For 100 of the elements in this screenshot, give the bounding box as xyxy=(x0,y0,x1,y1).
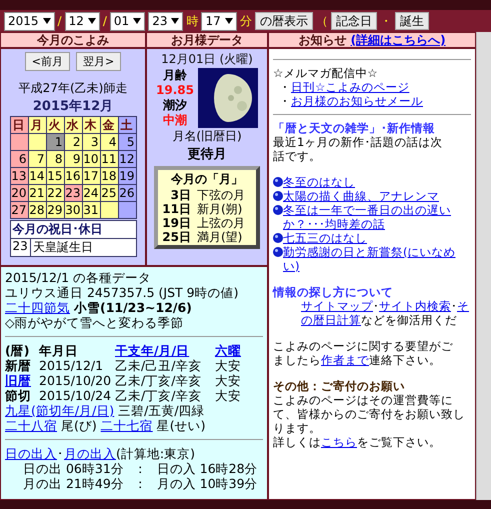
day-cell[interactable] xyxy=(118,202,136,218)
day-cell[interactable]: 29 xyxy=(46,202,64,218)
text-link[interactable]: 九星(節切年/月/日) xyxy=(5,403,114,418)
day-cell[interactable]: 27 xyxy=(10,202,28,218)
day-cell[interactable]: 20 xyxy=(10,185,28,201)
bullet-icon xyxy=(273,233,283,243)
day-cell[interactable]: 16 xyxy=(64,168,82,184)
separator-label: ： xyxy=(134,476,147,491)
text-link[interactable]: そ xyxy=(457,299,469,313)
text-link[interactable]: 日の出入 xyxy=(5,446,57,461)
column-header-link[interactable]: 六曜 xyxy=(215,343,251,358)
row-label-link[interactable]: 旧暦 xyxy=(5,373,39,388)
month-nav-button[interactable]: <前月 xyxy=(24,52,70,71)
article-link[interactable]: か？･･･均時差の話 xyxy=(283,217,385,231)
text-link[interactable]: こちら xyxy=(321,435,357,449)
display-button[interactable]: 記念日 xyxy=(330,12,377,30)
separator-label: ： xyxy=(134,461,147,476)
day-cell[interactable]: 17 xyxy=(82,168,100,184)
text-link[interactable]: 二十八宿 xyxy=(5,418,57,433)
dropdown[interactable]: 17 xyxy=(201,12,237,30)
section-heading: 「暦と天文の雑学」･新作情報 xyxy=(273,121,436,135)
day-cell[interactable]: 13 xyxy=(10,168,28,184)
day-cell[interactable]: 7 xyxy=(28,151,46,167)
scrollbar[interactable] xyxy=(476,32,491,500)
day-cell[interactable]: 19 xyxy=(118,168,136,184)
mail-link[interactable]: お月様のお知らせメール xyxy=(291,94,423,108)
text-link[interactable]: サイトマップ xyxy=(301,299,373,313)
caret-icon xyxy=(133,18,142,24)
table-cell-text: 2015/12/1 xyxy=(39,358,104,373)
day-cell[interactable]: 31 xyxy=(82,202,100,218)
day-cell[interactable]: 11 xyxy=(100,151,118,167)
holiday-name: 天皇誕生日 xyxy=(32,239,93,256)
day-cell[interactable]: 28 xyxy=(28,202,46,218)
dropdown[interactable]: 2015 xyxy=(4,12,55,30)
dropdown[interactable]: 23 xyxy=(148,12,184,30)
separator-label: ・ xyxy=(380,12,392,30)
body-text: 連絡下さい。 xyxy=(369,353,441,367)
mail-link[interactable]: 日刊☆こよみのページ xyxy=(291,80,410,94)
separator-label: 時 xyxy=(186,12,198,30)
day-cell[interactable]: 21 xyxy=(28,185,46,201)
day-cell[interactable]: 9 xyxy=(64,151,82,167)
phase-name: 新月(朔) xyxy=(197,202,242,216)
table-cell-text: 2015/10/20 xyxy=(39,373,112,388)
day-cell[interactable]: 12 xyxy=(118,151,136,167)
day-cell[interactable]: 2 xyxy=(64,134,82,150)
day-cell[interactable] xyxy=(28,134,46,150)
text-link[interactable]: 二十四節気 xyxy=(5,300,70,315)
article-link[interactable]: 冬至のはなし xyxy=(283,175,355,189)
day-cell[interactable]: 30 xyxy=(64,202,82,218)
table-cell-text: 乙未/己丑/辛亥 xyxy=(115,358,202,373)
day-cell[interactable]: 18 xyxy=(100,168,118,184)
text-link[interactable]: 月の出入 xyxy=(64,446,116,461)
set-time: 月の入 10時39分 xyxy=(156,476,258,491)
day-cell[interactable]: 4 xyxy=(100,134,118,150)
display-button[interactable]: 誕生 xyxy=(394,12,429,30)
dropdown[interactable]: 01 xyxy=(110,12,146,30)
bullet-icon xyxy=(273,205,283,215)
article-link[interactable]: 太陽の描く曲線、アナレンマ xyxy=(283,189,439,203)
column-header: 年月日 xyxy=(39,343,79,358)
dropdown[interactable]: 12 xyxy=(64,12,100,30)
sekki-value: 小雪(11/23~12/6) xyxy=(74,300,192,315)
day-cell[interactable]: 3 xyxy=(82,134,100,150)
table-cell-text: 大安 xyxy=(215,373,242,388)
day-cell[interactable] xyxy=(100,202,118,218)
day-cell[interactable]: 23 xyxy=(64,185,82,201)
body-text: こよみのページに関する要望がご xyxy=(273,339,453,353)
day-cell[interactable]: 25 xyxy=(100,185,118,201)
body-text: 詳しくは xyxy=(273,435,321,449)
day-cell[interactable]: 24 xyxy=(82,185,100,201)
day-cell[interactable]: 10 xyxy=(82,151,100,167)
day-cell[interactable] xyxy=(10,134,28,150)
weekday-header: 水 xyxy=(64,117,82,133)
text-link[interactable]: 作者まで xyxy=(321,353,369,367)
weekday-header: 火 xyxy=(46,117,64,133)
day-cell[interactable]: 1 xyxy=(46,134,64,150)
day-cell[interactable]: 22 xyxy=(46,185,64,201)
article-link[interactable]: 七五三のはなし xyxy=(283,231,367,245)
era-label: 平成27年(乙未)師走 xyxy=(18,80,128,97)
text-link[interactable]: サイト内検索 xyxy=(379,299,451,313)
text-link[interactable]: の暦日計算 xyxy=(301,313,361,327)
day-cell[interactable]: 14 xyxy=(28,168,46,184)
table-cell-text: 乙未/丁亥/辛亥 xyxy=(115,388,202,403)
article-link[interactable]: 勤労感謝の日と新嘗祭(にいなめ xyxy=(283,245,456,259)
day-cell[interactable]: 8 xyxy=(46,151,64,167)
text-link[interactable]: 二十七宿 xyxy=(100,418,153,433)
day-cell[interactable]: 26 xyxy=(118,185,136,201)
moon-age-label: 月齢 xyxy=(163,68,187,83)
shuku-value: 星(せい) xyxy=(156,418,206,433)
bullet-icon xyxy=(273,191,283,201)
article-link[interactable]: 冬至は一年で一番日の出の遅い xyxy=(283,203,451,217)
article-link[interactable]: い) xyxy=(283,259,300,273)
column-header-link[interactable]: 干支年/月/日 xyxy=(115,343,215,358)
body-text: て、皆様からのご寄付をお願い致し xyxy=(273,407,465,421)
julian-day-text: ユリウス通日 2457357.5 (JST 9時の値) xyxy=(5,285,240,300)
day-cell[interactable]: 15 xyxy=(46,168,64,184)
display-button[interactable]: の暦表示 xyxy=(254,12,313,30)
day-cell[interactable]: 6 xyxy=(10,151,28,167)
details-link[interactable]: (詳細はこちらへ) xyxy=(350,33,446,47)
month-nav-button[interactable]: 翌月> xyxy=(76,52,122,71)
day-cell[interactable]: 5 xyxy=(118,134,136,150)
